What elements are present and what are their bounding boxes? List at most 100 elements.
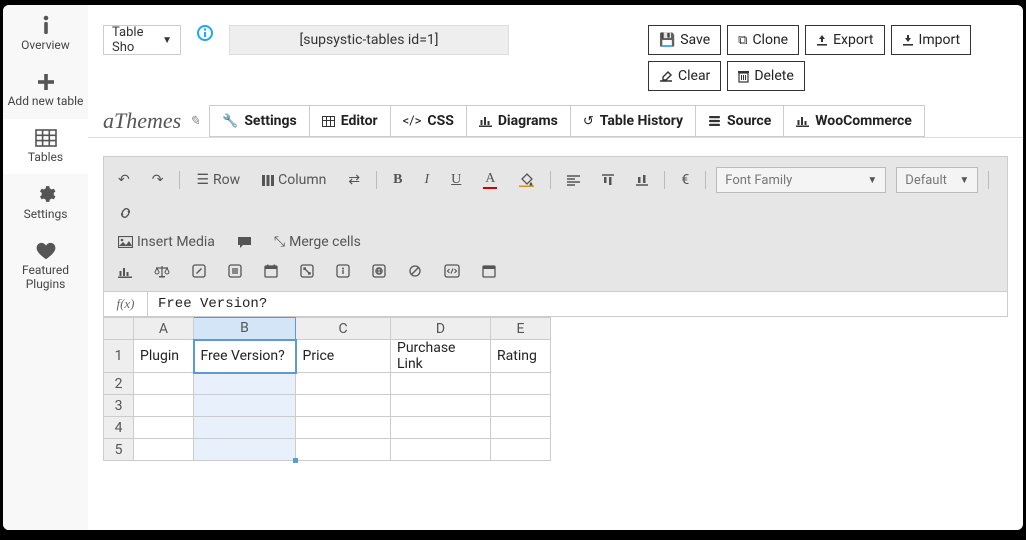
- selection-handle[interactable]: [293, 458, 298, 463]
- row-header-1[interactable]: 1: [104, 340, 134, 373]
- pencil-icon[interactable]: ✎: [189, 113, 200, 129]
- tab-history[interactable]: ↺Table History: [570, 105, 696, 137]
- underline-button[interactable]: U: [445, 169, 467, 191]
- cell-C2[interactable]: [296, 373, 391, 395]
- tab-css[interactable]: </>CSS: [390, 105, 467, 137]
- cell-A3[interactable]: [134, 395, 194, 417]
- table-select-dropdown[interactable]: Table Sho ▼: [103, 25, 181, 55]
- tool-balance-icon[interactable]: [148, 262, 176, 281]
- action-buttons: 💾Save ⧉Clone Export Import Clear Delete: [648, 25, 1008, 91]
- column-button[interactable]: Column: [256, 169, 332, 191]
- tool-globe-box-icon[interactable]: [366, 261, 392, 281]
- cell-A4[interactable]: [134, 417, 194, 439]
- nav-settings[interactable]: Settings: [3, 174, 88, 232]
- nav-tables[interactable]: Tables: [3, 119, 88, 175]
- table-title[interactable]: aThemes ✎: [103, 108, 200, 134]
- cell-B2[interactable]: [194, 373, 296, 395]
- redo-button[interactable]: ↷: [146, 169, 170, 191]
- col-header-D[interactable]: D: [391, 318, 491, 340]
- bold-button[interactable]: B: [387, 169, 408, 191]
- currency-button[interactable]: €: [675, 169, 695, 191]
- tool-calendar2-icon[interactable]: [476, 261, 502, 281]
- cell-B4[interactable]: [194, 417, 296, 439]
- shortcode-field[interactable]: [supsystic-tables id=1]: [229, 25, 509, 55]
- cell-D2[interactable]: [391, 373, 491, 395]
- nav-add-new-table[interactable]: Add new table: [3, 63, 88, 119]
- font-size-select[interactable]: Default▼: [896, 167, 978, 193]
- tab-diagrams[interactable]: Diagrams: [466, 105, 571, 137]
- tab-woocommerce[interactable]: WooCommerce: [783, 105, 925, 137]
- row-header-3[interactable]: 3: [104, 395, 134, 417]
- align-left-button[interactable]: [561, 172, 586, 189]
- cell-B1[interactable]: Free Version?: [194, 340, 296, 373]
- col-header-B[interactable]: B: [194, 318, 296, 340]
- tool-edit-box-icon[interactable]: [186, 261, 212, 281]
- tab-settings[interactable]: 🔧Settings: [209, 105, 310, 137]
- corner-cell[interactable]: [104, 318, 134, 340]
- export-button[interactable]: Export: [805, 25, 884, 55]
- tool-chart-icon[interactable]: [112, 262, 138, 281]
- cell-A2[interactable]: [134, 373, 194, 395]
- tool-code-box-icon[interactable]: [438, 261, 466, 281]
- cell-B5[interactable]: [194, 439, 296, 461]
- row-button[interactable]: ☰ Row: [190, 169, 246, 191]
- comment-button[interactable]: [231, 233, 258, 252]
- tool-info-box-icon[interactable]: [330, 261, 356, 281]
- delete-button[interactable]: Delete: [727, 61, 804, 91]
- download-icon: [902, 34, 914, 46]
- row-header-4[interactable]: 4: [104, 417, 134, 439]
- tool-block-icon[interactable]: [402, 261, 428, 281]
- valign-top-button[interactable]: [596, 171, 620, 189]
- spreadsheet[interactable]: A B C D E 1 Plugin Free Version? Price P…: [103, 317, 551, 461]
- link-button[interactable]: [112, 203, 139, 223]
- row-header-2[interactable]: 2: [104, 373, 134, 395]
- nav-label: Settings: [24, 208, 68, 222]
- clone-button[interactable]: ⧉Clone: [727, 25, 799, 55]
- save-button[interactable]: 💾Save: [648, 25, 721, 55]
- italic-button[interactable]: I: [418, 169, 435, 191]
- col-header-A[interactable]: A: [134, 318, 194, 340]
- row-header-5[interactable]: 5: [104, 439, 134, 461]
- nav-overview[interactable]: Overview: [3, 5, 88, 63]
- cell-C4[interactable]: [296, 417, 391, 439]
- expand-icon: ⤡: [274, 234, 285, 250]
- cell-B3[interactable]: [194, 395, 296, 417]
- tab-editor[interactable]: Editor: [309, 105, 391, 137]
- cell-C3[interactable]: [296, 395, 391, 417]
- cell-A1[interactable]: Plugin: [134, 340, 194, 373]
- heart-icon: [36, 242, 56, 260]
- swap-button[interactable]: ⇄: [342, 169, 366, 191]
- nav-featured-plugins[interactable]: Featured Plugins: [3, 232, 88, 302]
- cell-D3[interactable]: [391, 395, 491, 417]
- tool-list-box-icon[interactable]: [222, 261, 248, 281]
- main-area: Table Sho ▼ [supsystic-tables id=1] 💾Sav…: [88, 5, 1023, 530]
- info-icon[interactable]: [191, 25, 219, 41]
- cell-E3[interactable]: [491, 395, 551, 417]
- clear-button[interactable]: Clear: [648, 61, 721, 91]
- cell-E2[interactable]: [491, 373, 551, 395]
- nav-label: Add new table: [8, 95, 84, 109]
- tool-calendar-icon[interactable]: [258, 261, 284, 281]
- fill-color-button[interactable]: [513, 170, 540, 190]
- font-family-select[interactable]: Font Family▼: [716, 167, 886, 193]
- insert-media-button[interactable]: Insert Media: [112, 231, 221, 253]
- col-header-E[interactable]: E: [491, 318, 551, 340]
- cell-D5[interactable]: [391, 439, 491, 461]
- valign-bottom-button[interactable]: [630, 171, 654, 189]
- cell-D1[interactable]: Purchase Link: [391, 340, 491, 373]
- cell-E1[interactable]: Rating: [491, 340, 551, 373]
- cell-E5[interactable]: [491, 439, 551, 461]
- import-button[interactable]: Import: [891, 25, 972, 55]
- cell-D4[interactable]: [391, 417, 491, 439]
- merge-cells-button[interactable]: ⤡ Merge cells: [268, 231, 367, 253]
- cell-A5[interactable]: [134, 439, 194, 461]
- cell-C5[interactable]: [296, 439, 391, 461]
- tool-fullscreen-icon[interactable]: [294, 261, 320, 281]
- text-color-button[interactable]: A: [477, 168, 503, 192]
- undo-button[interactable]: ↶: [112, 169, 136, 191]
- cell-E4[interactable]: [491, 417, 551, 439]
- tab-source[interactable]: Source: [695, 105, 784, 137]
- col-header-C[interactable]: C: [296, 318, 391, 340]
- cell-C1[interactable]: Price: [296, 340, 391, 373]
- formula-input[interactable]: Free Version?: [148, 292, 1007, 316]
